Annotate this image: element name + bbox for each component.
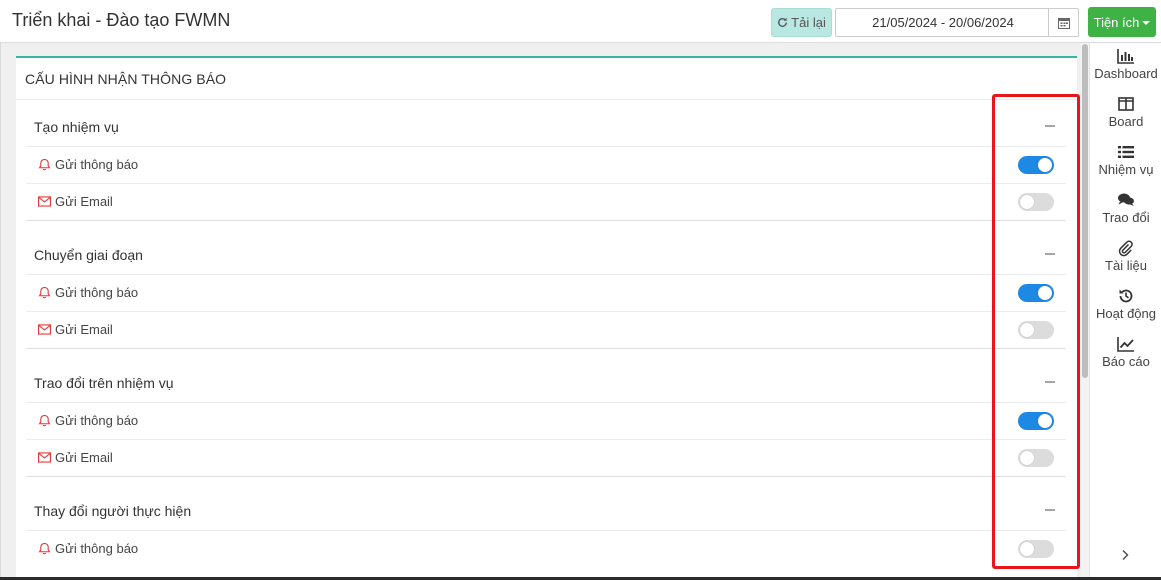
- notify-toggle[interactable]: [1018, 284, 1054, 302]
- setting-row: Gửi Email: [26, 439, 1066, 476]
- nav-label: Nhiệm vụ: [1098, 162, 1154, 177]
- utilities-dropdown-button[interactable]: Tiện ích: [1088, 7, 1156, 37]
- card-title: CẤU HÌNH NHẬN THÔNG BÁO: [16, 58, 1077, 100]
- toggle-knob: [1020, 323, 1034, 337]
- bell-icon: [38, 414, 51, 427]
- nav-label: Trao đổi: [1102, 210, 1150, 225]
- toggle-knob: [1038, 414, 1052, 428]
- nav-label: Hoạt động: [1096, 306, 1156, 321]
- list-icon: [1118, 146, 1134, 158]
- section-divider: [26, 348, 1066, 349]
- collapse-icon[interactable]: [1045, 381, 1055, 383]
- caret-down-icon: [1142, 21, 1151, 25]
- reload-label: Tải lại: [791, 15, 826, 30]
- history-icon: [1119, 289, 1133, 303]
- collapse-icon[interactable]: [1045, 125, 1055, 127]
- main-content: CẤU HÌNH NHẬN THÔNG BÁO Tạo nhiệm vụ Gửi…: [0, 43, 1081, 577]
- setting-label: Gửi Email: [38, 194, 113, 209]
- bell-icon: [38, 286, 51, 299]
- notify-toggle[interactable]: [1018, 412, 1054, 430]
- date-range-picker[interactable]: 21/05/2024 - 20/06/2024: [835, 8, 1079, 37]
- setting-row: Gửi Email: [26, 311, 1066, 348]
- setting-label: Gửi Email: [38, 450, 113, 465]
- envelope-icon: [38, 196, 51, 207]
- setting-label: Gửi thông báo: [38, 157, 138, 172]
- setting-label: Gửi thông báo: [38, 541, 138, 556]
- setting-label: Gửi thông báo: [38, 285, 138, 300]
- envelope-icon: [38, 324, 51, 335]
- nav-label: Tài liệu: [1105, 258, 1147, 273]
- email-toggle[interactable]: [1018, 193, 1054, 211]
- section-title: Thay đổi người thực hiện: [34, 503, 192, 519]
- comments-icon: [1118, 193, 1134, 206]
- nav-item-dashboard[interactable]: Dashboard: [1090, 47, 1161, 91]
- refresh-icon: [778, 17, 788, 27]
- notify-toggle[interactable]: [1018, 156, 1054, 174]
- page-title: Triển khai - Đào tạo FWMN: [12, 10, 231, 30]
- nav-item-documents[interactable]: Tài liệu: [1090, 239, 1161, 283]
- section-divider: [26, 476, 1066, 477]
- email-toggle[interactable]: [1018, 321, 1054, 339]
- nav-label: Dashboard: [1094, 66, 1158, 81]
- envelope-icon: [38, 452, 51, 463]
- calendar-button[interactable]: [1048, 9, 1078, 36]
- setting-row: Gửi thông báo: [26, 274, 1066, 311]
- nav-item-tasks[interactable]: Nhiệm vụ: [1090, 143, 1161, 187]
- chevron-right-icon[interactable]: [1120, 548, 1130, 566]
- setting-label: Gửi Email: [38, 322, 113, 337]
- nav-label: Báo cáo: [1102, 354, 1150, 369]
- section-title: Tạo nhiệm vụ: [34, 119, 119, 135]
- nav-item-reports[interactable]: Báo cáo: [1090, 335, 1161, 379]
- line-chart-icon: [1117, 337, 1134, 352]
- nav-item-board[interactable]: Board: [1090, 95, 1161, 139]
- toggle-knob: [1020, 542, 1034, 556]
- nav-label: Board: [1108, 114, 1144, 129]
- toggle-knob: [1038, 158, 1052, 172]
- notify-label: Gửi thông báo: [55, 285, 139, 300]
- top-bar: Triển khai - Đào tạo FWMN Tải lại 21/05/…: [0, 0, 1161, 43]
- email-label: Gửi Email: [55, 322, 113, 337]
- collapse-icon[interactable]: [1045, 253, 1055, 255]
- notify-toggle[interactable]: [1018, 540, 1054, 558]
- toggle-knob: [1038, 286, 1052, 300]
- email-toggle[interactable]: [1018, 449, 1054, 467]
- email-label: Gửi Email: [55, 194, 113, 209]
- scrollbar-thumb[interactable]: [1082, 44, 1088, 378]
- notification-config-card: CẤU HÌNH NHẬN THÔNG BÁO Tạo nhiệm vụ Gửi…: [16, 56, 1077, 577]
- utilities-label: Tiện ích: [1093, 14, 1140, 30]
- columns-icon: [1118, 97, 1134, 111]
- toggle-knob: [1020, 451, 1034, 465]
- right-nav: Dashboard Board Nhiệm vụ Trao đổi Tài li…: [1089, 43, 1161, 577]
- toggle-knob: [1020, 195, 1034, 209]
- setting-row: Gửi thông báo: [26, 530, 1066, 567]
- collapse-icon[interactable]: [1045, 509, 1055, 511]
- section-title: Chuyển giai đoạn: [34, 247, 143, 263]
- date-range-text: 21/05/2024 - 20/06/2024: [872, 15, 1014, 30]
- section-title: Trao đổi trên nhiệm vụ: [34, 375, 174, 391]
- setting-label: Gửi thông báo: [38, 413, 138, 428]
- setting-row: Gửi thông báo: [26, 146, 1066, 183]
- bell-icon: [38, 542, 51, 555]
- notify-label: Gửi thông báo: [55, 541, 139, 556]
- reload-button[interactable]: Tải lại: [771, 8, 832, 37]
- bell-icon: [38, 158, 51, 171]
- nav-item-discussion[interactable]: Trao đổi: [1090, 191, 1161, 235]
- section-divider: [26, 220, 1066, 221]
- bar-chart-icon: [1117, 49, 1134, 64]
- email-label: Gửi Email: [55, 450, 113, 465]
- setting-row: Gửi Email: [26, 183, 1066, 220]
- notify-label: Gửi thông báo: [55, 413, 139, 428]
- nav-item-activity[interactable]: Hoạt động: [1090, 287, 1161, 331]
- calendar-icon: [1057, 17, 1070, 29]
- notify-label: Gửi thông báo: [55, 157, 139, 172]
- setting-row: Gửi thông báo: [26, 402, 1066, 439]
- paperclip-icon: [1118, 240, 1133, 257]
